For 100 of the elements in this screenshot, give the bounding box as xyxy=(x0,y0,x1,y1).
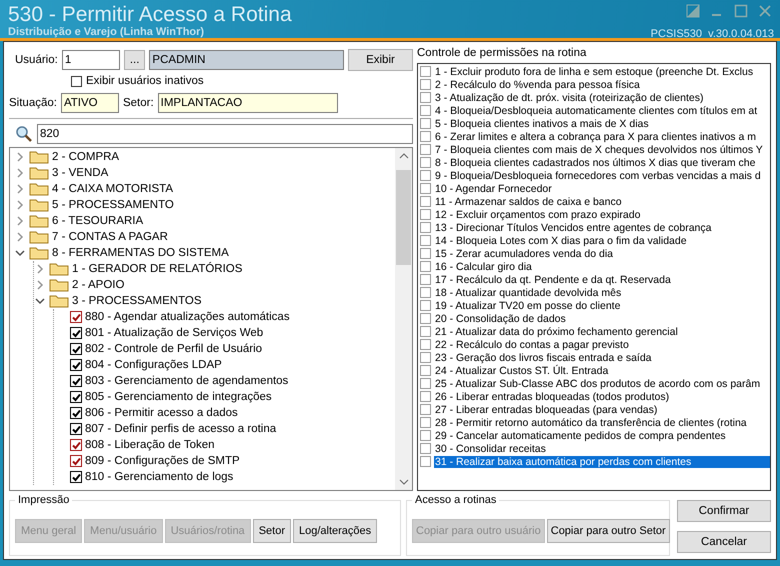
tree-item[interactable]: 801 - Atualização de Serviços Web xyxy=(85,327,264,339)
restore-icon[interactable] xyxy=(686,4,700,18)
checkbox[interactable] xyxy=(420,326,431,337)
permission-item[interactable]: 22 - Recálculo do contas a pagar previsto xyxy=(434,338,630,350)
permission-item[interactable]: 31 - Realizar baixa automática por perdas com clientes xyxy=(434,456,770,468)
permission-item[interactable]: 29 - Cancelar automaticamente pedidos de compra pendentes xyxy=(434,430,727,442)
checkbox[interactable] xyxy=(420,235,431,246)
permission-item[interactable]: 20 - Consolidação de dados xyxy=(434,312,567,324)
maximize-icon[interactable] xyxy=(734,4,748,18)
checkbox[interactable] xyxy=(70,327,82,339)
permission-item[interactable]: 23 - Geração dos livros fiscais entrada e saída xyxy=(434,352,653,364)
checkbox[interactable] xyxy=(70,311,82,323)
tree-item[interactable]: 809 - Configurações de SMTP xyxy=(85,455,240,467)
permission-item[interactable]: 26 - Liberar entradas bloqueadas (todos produtos) xyxy=(434,390,670,402)
tree-item[interactable]: 1 - GERADOR DE RELATÓRIOS xyxy=(72,263,242,275)
action-button[interactable]: Confirmar xyxy=(677,500,771,522)
permission-item[interactable]: 21 - Atualizar data do próximo fechamento gerencial xyxy=(434,326,679,338)
permission-item[interactable]: 19 - Atualizar TV20 em posse do cliente xyxy=(434,300,622,312)
tree-item[interactable]: 3 - VENDA xyxy=(52,167,108,179)
show-button[interactable]: Exibir xyxy=(348,49,413,71)
checkbox[interactable] xyxy=(420,79,431,90)
tree-item[interactable]: 3 - PROCESSAMENTOS xyxy=(72,295,202,307)
checkbox[interactable] xyxy=(420,105,431,116)
permission-item[interactable]: 1 - Excluir produto fora de linha e sem estoque (preenche Dt. Exclus xyxy=(434,66,754,78)
tree-item[interactable]: 2 - COMPRA xyxy=(52,151,120,163)
checkbox[interactable] xyxy=(70,407,82,419)
checkbox[interactable] xyxy=(420,365,431,376)
scroll-down-icon[interactable] xyxy=(398,478,408,486)
copy-button[interactable]: Copiar para outro Setor xyxy=(546,518,670,542)
checkbox[interactable] xyxy=(420,92,431,103)
tree-item[interactable]: 6 - TESOURARIA xyxy=(52,215,144,227)
permission-item[interactable]: 13 - Direcionar Títulos Vencidos entre agentes de cobrança xyxy=(434,222,712,234)
checkbox[interactable] xyxy=(420,183,431,194)
checkbox[interactable] xyxy=(70,375,82,387)
close-icon[interactable] xyxy=(758,4,772,18)
permission-item[interactable]: 27 - Liberar entradas bloqueadas (para vendas) xyxy=(434,404,658,416)
permission-item[interactable]: 17 - Recálculo da qt. Pendente e da qt. Reservada xyxy=(434,274,672,286)
tree-item[interactable]: 807 - Definir perfis de acesso a rotina xyxy=(85,423,276,435)
permission-item[interactable]: 18 - Atualizar quantidade devolvida mês xyxy=(434,286,622,298)
lookup-button[interactable]: ... xyxy=(124,50,146,70)
print-button[interactable]: Log/alterações xyxy=(292,518,378,542)
checkbox[interactable] xyxy=(420,144,431,155)
checkbox[interactable] xyxy=(420,456,431,467)
checkbox[interactable] xyxy=(420,404,431,415)
checkbox[interactable] xyxy=(420,313,431,324)
checkbox[interactable] xyxy=(420,66,431,77)
checkbox[interactable] xyxy=(420,157,431,168)
checkbox[interactable] xyxy=(420,170,431,181)
tree-item[interactable]: 803 - Gerenciamento de agendamentos xyxy=(85,375,288,387)
permission-item[interactable]: 11 - Armazenar saldos de caixa e banco xyxy=(434,196,623,208)
checkbox[interactable] xyxy=(70,439,82,451)
permission-item[interactable]: 4 - Bloqueia/Desbloqueia automaticamente clientes com títulos em at xyxy=(434,104,758,116)
action-button[interactable]: Cancelar xyxy=(677,531,771,553)
tree-item[interactable]: 810 - Gerenciamento de logs xyxy=(85,471,234,483)
permission-item[interactable]: 2 - Recálculo do %venda para pessoa física xyxy=(434,78,641,90)
checkbox[interactable] xyxy=(420,378,431,389)
tree-item[interactable]: 806 - Permitir acesso a dados xyxy=(85,407,238,419)
checkbox[interactable] xyxy=(420,118,431,129)
checkbox[interactable] xyxy=(70,359,82,371)
checkbox[interactable] xyxy=(70,423,82,435)
scroll-up-icon[interactable] xyxy=(398,152,408,160)
checkbox[interactable] xyxy=(420,248,431,259)
checkbox[interactable] xyxy=(420,196,431,207)
checkbox[interactable] xyxy=(420,287,431,298)
permission-item[interactable]: 5 - Bloqueia clientes inativos a mais de X dias xyxy=(434,118,650,130)
checkbox[interactable] xyxy=(420,352,431,363)
permission-item[interactable]: 30 - Consolidar receitas xyxy=(434,442,547,454)
tree-item[interactable]: 804 - Configurações LDAP xyxy=(85,359,222,371)
tree-item[interactable]: 7 - CONTAS A PAGAR xyxy=(52,231,168,243)
permission-item[interactable]: 28 - Permitir retorno automático da transferência de clientes (rotina xyxy=(434,416,748,428)
tree-item[interactable]: 8 - FERRAMENTAS DO SISTEMA xyxy=(52,247,229,259)
checkbox[interactable] xyxy=(70,471,82,483)
user-code-field[interactable]: 1 xyxy=(62,50,120,70)
tree-item[interactable]: 802 - Controle de Perfil de Usuário xyxy=(85,343,262,355)
tree-item[interactable]: 880 - Agendar atualizações automáticas xyxy=(85,311,290,323)
checkbox[interactable] xyxy=(420,339,431,350)
permission-item[interactable]: 14 - Bloqueia Lotes com X dias para o fim da validade xyxy=(434,234,688,246)
checkbox[interactable] xyxy=(420,274,431,285)
permission-item[interactable]: 9 - Bloqueia/Desbloqueia fornecedores com verbas vencidas a mais d xyxy=(434,170,762,182)
checkbox[interactable] xyxy=(420,209,431,220)
checkbox[interactable] xyxy=(71,76,82,86)
permission-item[interactable]: 3 - Atualização de dt. próx. visita (roteirização de clientes) xyxy=(434,92,704,104)
status-field[interactable]: ATIVO xyxy=(60,93,119,113)
permission-item[interactable]: 7 - Bloqueia clientes com mais de X cheques devolvidos nos últimos Y xyxy=(434,144,764,156)
checkbox-label[interactable]: Exibir usuários inativos xyxy=(86,75,204,87)
checkbox[interactable] xyxy=(420,391,431,402)
tree-item[interactable]: 2 - APOIO xyxy=(72,279,124,291)
permission-item[interactable]: 24 - Atualizar Custos ST. Últ. Entrada xyxy=(434,364,610,376)
tree-item[interactable]: 4 - CAIXA MOTORISTA xyxy=(52,183,173,195)
checkbox[interactable] xyxy=(70,391,82,403)
checkbox[interactable] xyxy=(70,343,82,355)
permission-item[interactable]: 15 - Zerar acumuladores venda do dia xyxy=(434,248,614,260)
tree-item[interactable]: 5 - PROCESSAMENTO xyxy=(52,199,174,211)
permission-item[interactable]: 6 - Zerar limites e altera a cobrança para X para clientes inativos a m xyxy=(434,130,757,142)
sector-field[interactable]: IMPLANTACAO xyxy=(158,93,338,113)
checkbox[interactable] xyxy=(420,430,431,441)
checkbox[interactable] xyxy=(420,131,431,142)
permission-item[interactable]: 10 - Agendar Fornecedor xyxy=(434,182,553,194)
checkbox[interactable] xyxy=(420,443,431,454)
tree-item[interactable]: 805 - Gerenciamento de integrações xyxy=(85,391,272,403)
